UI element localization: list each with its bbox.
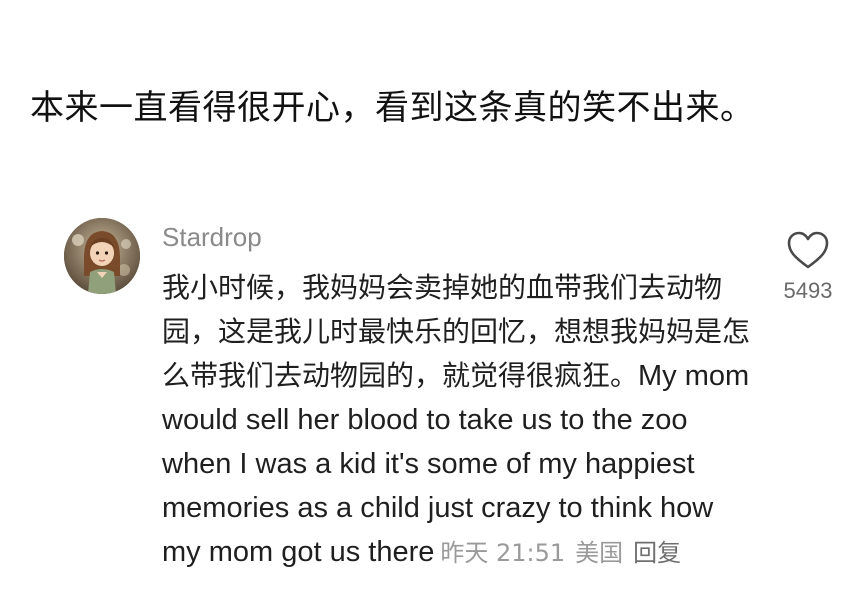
like-count: 5493: [783, 278, 833, 303]
comment-item: Stardrop 我小时候，我妈妈会卖掉她的血带我们去动物园，这是我儿时最快乐的…: [64, 218, 844, 607]
post-caption: 本来一直看得很开心，看到这条真的笑不出来。: [30, 88, 755, 128]
comment-location: 美国: [575, 539, 624, 567]
avatar[interactable]: [64, 218, 140, 294]
avatar-portrait-icon: [64, 218, 140, 294]
comment-time: 昨天 21:51: [440, 539, 566, 567]
like-button[interactable]: 5493: [778, 230, 838, 304]
heart-outline-icon[interactable]: [786, 230, 830, 270]
screenshot-page: 本来一直看得很开心，看到这条真的笑不出来。 Stardrop 我小时候，我妈妈会…: [0, 0, 852, 607]
comment-text: 我小时候，我妈妈会卖掉她的血带我们去动物园，这是我儿时最快乐的回忆，想想我妈妈是…: [162, 266, 752, 575]
reply-button[interactable]: 回复: [633, 539, 681, 567]
comment-username[interactable]: Stardrop: [162, 220, 262, 254]
comment-meta: 昨天 21:51 美国 回复: [440, 539, 691, 567]
